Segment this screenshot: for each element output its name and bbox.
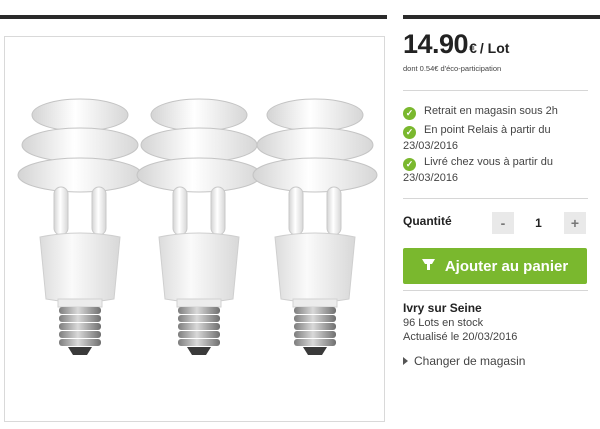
product-image [4,36,385,422]
spiral-bulb-icon [136,98,262,355]
spiral-bulb-icon [17,98,143,355]
check-icon: ✓ [403,158,416,171]
quantity-decrease-button[interactable]: - [492,212,514,234]
price-amount: 14.90 [403,29,469,59]
divider [403,90,588,91]
availability-text: Livré chez vous à partir du 23/03/2016 [403,156,554,184]
top-divider-left [0,15,387,19]
cart-icon [421,257,435,275]
price-currency: € [469,40,477,56]
check-icon: ✓ [403,126,416,139]
quantity-input[interactable]: 1 [514,212,563,234]
spiral-bulb-icon [252,98,378,355]
add-to-cart-button[interactable]: Ajouter au panier [403,248,587,284]
top-divider-right [403,15,600,19]
add-to-cart-label: Ajouter au panier [444,257,569,275]
quantity-increase-button[interactable]: + [564,212,586,234]
change-store-label: Changer de magasin [414,354,526,368]
price-unit: / Lot [479,40,510,56]
price: 14.90 € / Lot [403,29,509,60]
product-image-bulbs [17,98,378,355]
caret-right-icon [403,357,408,365]
availability-item: ✓ Retrait en magasin sous 2h [403,104,588,120]
store-name: Ivry sur Seine [403,301,482,315]
quantity-label: Quantité [403,214,452,228]
change-store-link[interactable]: Changer de magasin [403,354,525,368]
check-icon: ✓ [403,107,416,120]
availability-item: ✓ En point Relais à partir du 23/03/2016 [403,123,588,153]
availability-text: En point Relais à partir du 23/03/2016 [403,124,551,152]
divider [403,290,588,291]
divider [403,198,588,199]
store-updated: Actualisé le 20/03/2016 [403,331,518,343]
store-stock: 96 Lots en stock [403,317,484,329]
eco-participation: dont 0.54€ d'éco-participation [403,64,502,73]
availability-text: Retrait en magasin sous 2h [424,105,558,117]
availability-item: ✓ Livré chez vous à partir du 23/03/2016 [403,155,588,185]
